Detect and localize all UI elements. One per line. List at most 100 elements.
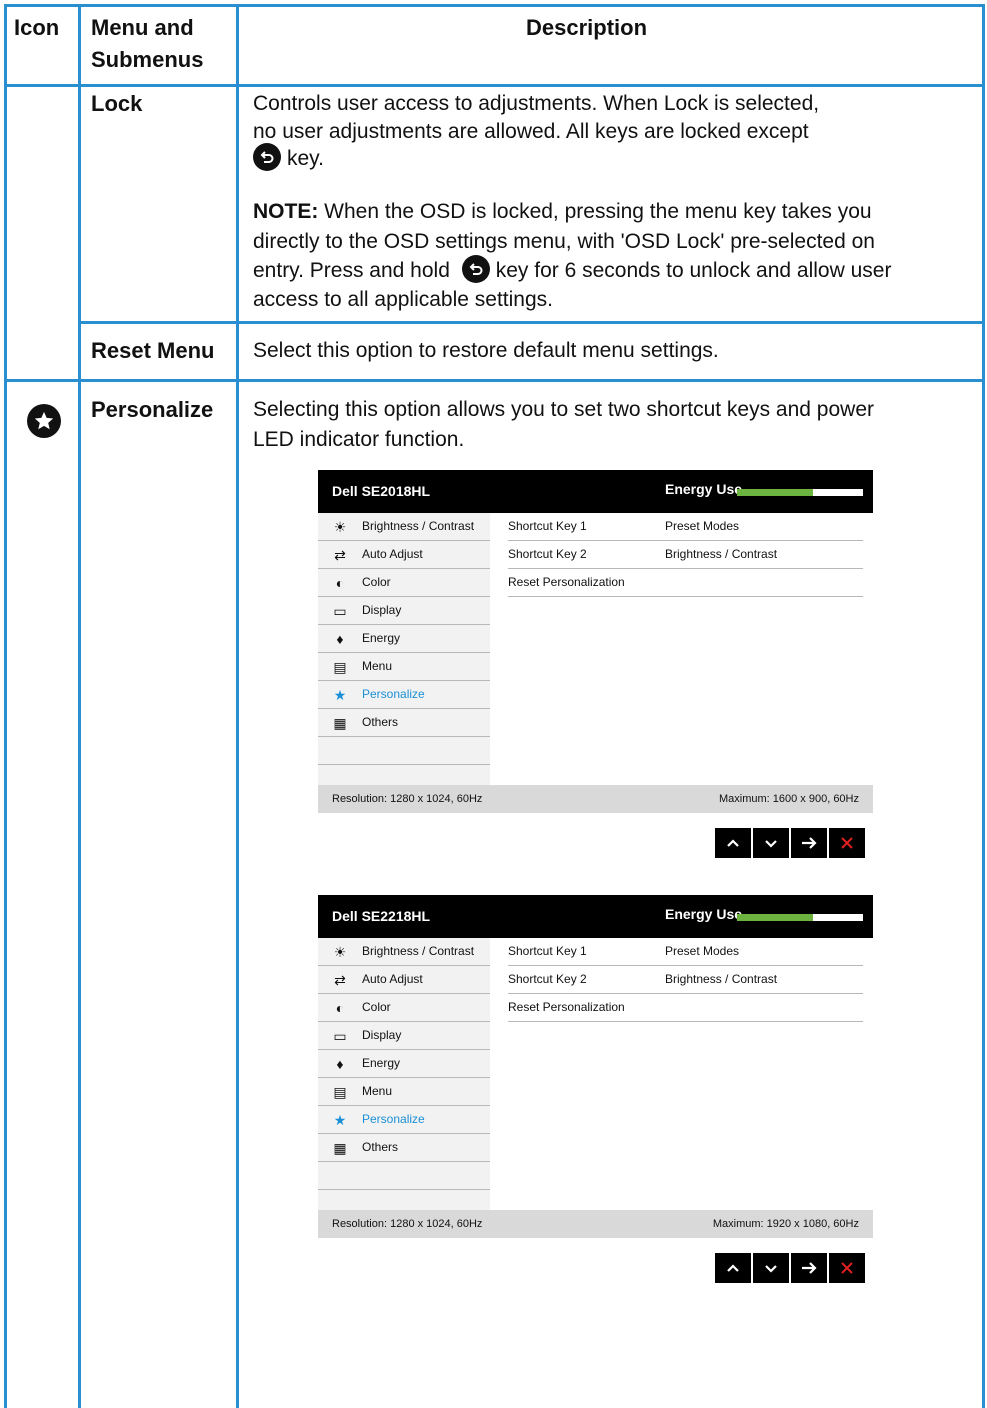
osd-menu-item-label: Energy: [362, 631, 401, 645]
display-icon: ▭: [333, 1028, 347, 1044]
osd-menu-item[interactable]: ☀ Brightness / Contrast: [318, 938, 490, 966]
others-icon: ▦: [333, 715, 347, 731]
menu-icon: ▤: [333, 1084, 347, 1100]
lock-note-line2: directly to the OSD settings menu, with …: [253, 230, 875, 253]
osd-menu-item[interactable]: ⇄ Auto Adjust: [318, 966, 490, 994]
osd-header: Dell SE2218HL Energy Use: [318, 895, 873, 938]
lock-note-line4: access to all applicable settings.: [253, 288, 553, 311]
osd-menu-item[interactable]: ♦ Energy: [318, 1050, 490, 1078]
osd-submenu-row[interactable]: Shortcut Key 2 Brightness / Contrast: [508, 541, 863, 569]
osd-menu-item[interactable]: ◐ Color: [318, 994, 490, 1022]
up-button[interactable]: [715, 828, 751, 858]
column-divider-icon: [78, 4, 81, 1408]
osd-menu-item[interactable]: ▭ Display: [318, 1022, 490, 1050]
osd-submenu-row[interactable]: Reset Personalization: [508, 569, 863, 597]
osd-menu-item[interactable]: ▭ Display: [318, 597, 490, 625]
osd-footer: Resolution: 1280 x 1024, 60Hz Maximum: 1…: [318, 1210, 873, 1238]
resolution-text: Resolution: 1280 x 1024, 60Hz: [332, 1218, 483, 1230]
up-button[interactable]: [715, 1253, 751, 1283]
others-icon: ▦: [333, 1140, 347, 1156]
note-text3a: entry. Press and hold: [253, 259, 450, 282]
osd-menu: Dell SE2018HL Energy Use ☀ Brightness / C…: [318, 470, 873, 813]
osd-menu-item[interactable]: ♦ Energy: [318, 625, 490, 653]
osd-menu-item-label: Auto Adjust: [362, 972, 423, 986]
header-divider: [4, 84, 985, 87]
osd-row-value: Preset Modes: [665, 944, 740, 958]
note-text1: When the OSD is locked, pressing the men…: [318, 200, 872, 223]
maximum-text: Maximum: 1920 x 1080, 60Hz: [712, 1218, 859, 1230]
header-description: Description: [526, 15, 648, 40]
osd-submenu-row[interactable]: Shortcut Key 2 Brightness / Contrast: [508, 966, 863, 994]
osd-submenu: Shortcut Key 1 Preset Modes Shortcut Key 2…: [490, 938, 873, 1210]
energy-label: Energy Use: [665, 906, 743, 922]
osd-menu-item-label: Others: [362, 1140, 399, 1154]
osd-menu-list: ☀ Brightness / Contrast ⇄ Auto Adjust ◐ Color…: [318, 938, 490, 1218]
osd-menu-item-label: Brightness / Contrast: [362, 519, 475, 533]
menu-personalize: Personalize: [91, 397, 214, 422]
energy-label: Energy Use: [665, 481, 743, 497]
close-button[interactable]: [829, 828, 865, 858]
osd-menu-item[interactable]: ▦ Others: [318, 709, 490, 737]
lock-desc-line3: key.: [253, 143, 324, 174]
osd-menu-item[interactable]: ▤ Menu: [318, 653, 490, 681]
column-divider-menu: [236, 4, 239, 1408]
back-key-icon: [253, 143, 281, 172]
next-button[interactable]: [791, 1253, 827, 1283]
auto-adjust-icon: ⇄: [334, 547, 346, 563]
color-icon: ◐: [335, 1000, 345, 1016]
header-menu-line2: Submenus: [91, 47, 204, 72]
osd-menu-blank: [318, 1162, 490, 1190]
brightness-icon: ☀: [333, 519, 347, 535]
osd-menu-item[interactable]: ★ Personalize: [318, 1106, 490, 1134]
osd-row-key: Shortcut Key 1: [508, 944, 587, 958]
osd-submenu-row[interactable]: Shortcut Key 1 Preset Modes: [508, 513, 863, 541]
lock-note-line3: entry. Press and hold key for 6 seconds …: [253, 255, 891, 286]
osd-row-value: Preset Modes: [665, 519, 740, 533]
osd-menu-item-label: Color: [362, 1000, 391, 1014]
osd-row-key: Shortcut Key 2: [508, 972, 587, 986]
header-menu-line1: Menu and: [91, 15, 194, 40]
osd-menu-item[interactable]: ☀ Brightness / Contrast: [318, 513, 490, 541]
osd-row-key: Reset Personalization: [508, 1000, 625, 1014]
osd-footer: Resolution: 1280 x 1024, 60Hz Maximum: 1…: [318, 785, 873, 813]
next-button[interactable]: [791, 828, 827, 858]
osd-menu-item-label: Others: [362, 715, 399, 729]
osd-menu-list: ☀ Brightness / Contrast ⇄ Auto Adjust ◐ Color…: [318, 513, 490, 793]
osd-submenu-row[interactable]: Shortcut Key 1 Preset Modes: [508, 938, 863, 966]
color-icon: ◐: [335, 575, 345, 591]
energy-icon: ♦: [336, 1056, 344, 1072]
osd-row-key: Shortcut Key 1: [508, 519, 587, 533]
osd-menu-item[interactable]: ◐ Color: [318, 569, 490, 597]
osd-submenu: Shortcut Key 1 Preset Modes Shortcut Key 2…: [490, 513, 873, 785]
down-button[interactable]: [753, 1253, 789, 1283]
auto-adjust-icon: ⇄: [334, 972, 346, 988]
energy-fill: [737, 489, 813, 496]
star-icon: [27, 404, 61, 438]
manual-page: Icon Menu and Submenus Description Lock …: [0, 0, 987, 1408]
osd-menu-item[interactable]: ⇄ Auto Adjust: [318, 541, 490, 569]
osd-title: Dell SE2018HL: [332, 483, 431, 499]
osd-menu-item[interactable]: ▤ Menu: [318, 1078, 490, 1106]
osd-menu-item[interactable]: ▦ Others: [318, 1134, 490, 1162]
menu-icon: ▤: [333, 659, 347, 675]
personalize-desc-line2: LED indicator function.: [253, 428, 465, 451]
osd-row-key: Shortcut Key 2: [508, 547, 587, 561]
star-icon: ★: [333, 1112, 347, 1128]
osd-menu-item-label: Personalize: [362, 1112, 425, 1126]
osd-menu-item-label: Menu: [362, 659, 393, 673]
note-text3b: key for 6 seconds to unlock and allow us…: [495, 259, 892, 282]
display-icon: ▭: [333, 603, 347, 619]
osd-buttons: [715, 1253, 873, 1283]
osd-header: Dell SE2018HL Energy Use: [318, 470, 873, 513]
osd-title: Dell SE2218HL: [332, 908, 431, 924]
osd-submenu-row[interactable]: Reset Personalization: [508, 994, 863, 1022]
osd-menu-item-label: Display: [362, 603, 402, 617]
personalize-desc-line1: Selecting this option allows you to set …: [253, 398, 874, 421]
osd-menu-item-label: Brightness / Contrast: [362, 944, 475, 958]
osd-buttons: [715, 828, 873, 858]
osd-menu-item[interactable]: ★ Personalize: [318, 681, 490, 709]
close-button[interactable]: [829, 1253, 865, 1283]
osd-menu-item-label: Auto Adjust: [362, 547, 423, 561]
resolution-text: Resolution: 1280 x 1024, 60Hz: [332, 793, 483, 805]
down-button[interactable]: [753, 828, 789, 858]
